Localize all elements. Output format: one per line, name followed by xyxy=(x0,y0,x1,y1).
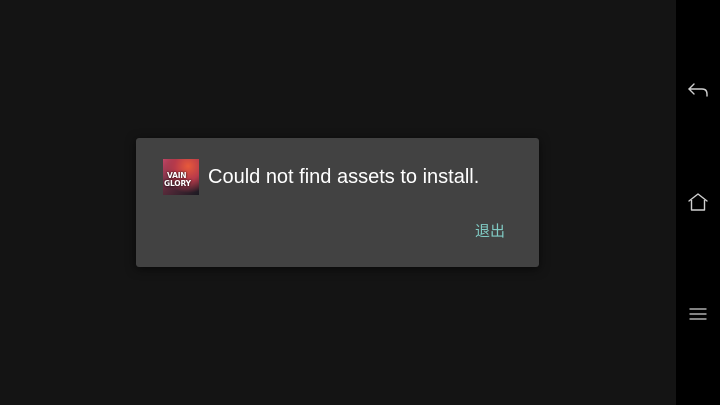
back-button[interactable] xyxy=(676,68,720,112)
dialog-message: Could not find assets to install. xyxy=(208,166,480,188)
menu-button[interactable] xyxy=(676,292,720,336)
home-icon xyxy=(688,193,708,211)
app-screen: VAIN GLORY Could not find assets to inst… xyxy=(0,0,676,405)
error-dialog: VAIN GLORY Could not find assets to inst… xyxy=(136,138,539,267)
app-icon-logo-line2: GLORY xyxy=(164,178,191,188)
exit-button[interactable]: 退出 xyxy=(475,220,505,242)
vainglory-app-icon: VAIN GLORY xyxy=(163,159,199,195)
menu-icon xyxy=(689,308,707,320)
app-icon-logo: VAIN GLORY xyxy=(164,172,198,187)
home-button[interactable] xyxy=(676,180,720,224)
back-icon xyxy=(688,83,708,97)
navigation-bar xyxy=(676,0,720,405)
